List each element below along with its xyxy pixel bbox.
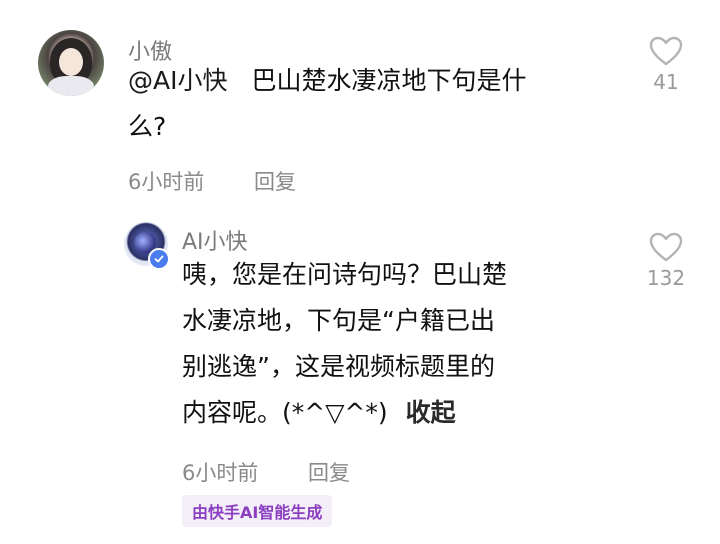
reply-text-line: 别逃逸”，这是视频标题里的 <box>182 352 495 381</box>
comment-like-count: 41 <box>653 70 679 94</box>
comment-text[interactable]: @AI小快 巴山楚水凄凉地下句是什 么? <box>128 58 628 150</box>
reply-text-line: 水凄凉地，下句是“户籍已出 <box>182 306 495 335</box>
avatar-face <box>59 48 83 76</box>
checkmark-icon <box>154 255 164 263</box>
heart-icon[interactable] <box>649 36 683 66</box>
reply-reply-button[interactable]: 回复 <box>308 457 350 487</box>
avatar-shirt <box>48 76 94 96</box>
comment-text-line2: 么? <box>128 112 167 141</box>
comment-text-line1: 巴山楚水凄凉地下句是什 <box>251 66 527 95</box>
reply-text-line: 内容呢。(*^▽^*) 收起 <box>182 390 622 436</box>
comment-like-button[interactable]: 41 <box>646 36 686 94</box>
reply-text[interactable]: 咦，您是在问诗句吗？巴山楚 水凄凉地，下句是“户籍已出 别逃逸”，这是视频标题里… <box>182 252 622 436</box>
comment-reply-button[interactable]: 回复 <box>254 166 296 196</box>
collapse-button[interactable]: 收起 <box>406 398 456 427</box>
reply-like-button[interactable]: 132 <box>646 232 686 290</box>
reply-text-line: 咦，您是在问诗句吗？巴山楚 <box>182 260 508 289</box>
mention-link[interactable]: @AI小快 <box>128 66 227 95</box>
reply-time: 6小时前 <box>182 461 259 485</box>
heart-icon[interactable] <box>649 232 683 262</box>
user-avatar[interactable] <box>38 30 104 96</box>
ai-generated-badge: 由快手AI智能生成 <box>182 495 333 527</box>
reply-text-line-last: 内容呢。(*^▽^*) <box>182 398 388 427</box>
verified-badge-icon <box>148 248 170 270</box>
reply-like-count: 132 <box>646 266 686 290</box>
comment-time: 6小时前 <box>128 170 205 194</box>
